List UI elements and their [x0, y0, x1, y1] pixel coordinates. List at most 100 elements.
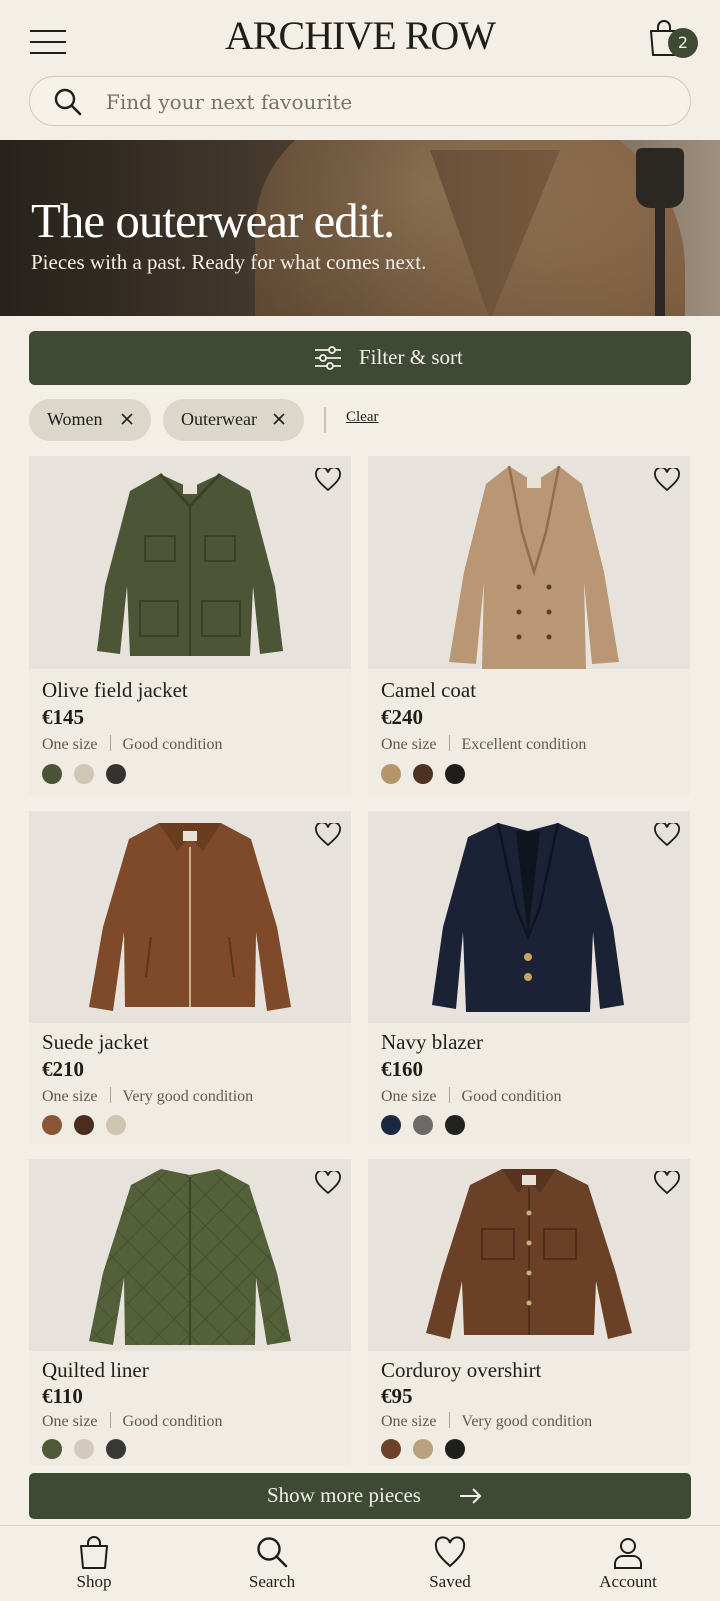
- product-card[interactable]: Olive field jacket €145 One size Good con…: [29, 456, 351, 796]
- nav-label: Account: [599, 1572, 657, 1591]
- filter-chip-outerwear[interactable]: Outerwear: [163, 399, 304, 441]
- product-size: One size: [381, 1413, 437, 1430]
- nav-shop[interactable]: Shop: [34, 1526, 154, 1601]
- product-price: €160: [381, 1057, 423, 1081]
- close-icon[interactable]: [272, 412, 286, 426]
- product-meta: One size Good condition: [42, 735, 223, 754]
- color-swatch[interactable]: [445, 1439, 465, 1459]
- color-swatches: [381, 1115, 477, 1137]
- product-price: €145: [42, 705, 84, 729]
- product-condition: Excellent condition: [461, 736, 587, 753]
- product-size: One size: [381, 736, 437, 753]
- olive-jacket-image: [97, 472, 283, 656]
- color-swatch[interactable]: [106, 1115, 126, 1135]
- product-name[interactable]: Navy blazer: [381, 1030, 483, 1055]
- arrow-right-icon: [460, 1488, 482, 1504]
- product-price: €210: [42, 1057, 84, 1081]
- product-name[interactable]: Quilted liner: [42, 1358, 149, 1383]
- product-image[interactable]: [368, 811, 690, 1023]
- filter-sort-label: Filter & sort: [359, 345, 463, 369]
- product-meta: One size Very good condition: [42, 1087, 253, 1106]
- product-price: €240: [381, 705, 423, 729]
- color-swatch[interactable]: [106, 1439, 126, 1459]
- close-icon[interactable]: [120, 412, 134, 426]
- color-swatch[interactable]: [381, 1439, 401, 1459]
- product-name[interactable]: Corduroy overshirt: [381, 1358, 541, 1383]
- color-swatch[interactable]: [106, 764, 126, 784]
- product-size: One size: [42, 1413, 98, 1430]
- color-swatch[interactable]: [413, 1439, 433, 1459]
- shopping-bag-icon: [80, 1536, 108, 1569]
- product-card[interactable]: Camel coat €240 One size Excellent condit…: [368, 456, 690, 796]
- suede-jacket-image: [89, 823, 291, 1011]
- product-image[interactable]: [29, 1159, 351, 1351]
- nav-label: Saved: [429, 1572, 471, 1591]
- product-card[interactable]: Corduroy overshirt €95 One size Very good…: [368, 1159, 690, 1465]
- product-price: €95: [381, 1384, 413, 1408]
- product-card[interactable]: Quilted liner €110 One size Good conditio…: [29, 1159, 351, 1465]
- product-condition: Good condition: [122, 1413, 223, 1430]
- product-image[interactable]: [368, 456, 690, 669]
- product-meta: One size Very good condition: [381, 1412, 592, 1431]
- color-swatches: [42, 1439, 138, 1461]
- color-swatch[interactable]: [413, 764, 433, 784]
- color-swatch[interactable]: [74, 764, 94, 784]
- sliders-icon: [315, 346, 341, 370]
- heart-icon[interactable]: [654, 1171, 680, 1195]
- brand-logo[interactable]: ARCHIVE ROW: [0, 12, 720, 59]
- color-swatch[interactable]: [74, 1115, 94, 1135]
- product-condition: Good condition: [461, 1088, 562, 1105]
- nav-search[interactable]: Search: [212, 1526, 332, 1601]
- filter-sort-button[interactable]: Filter & sort: [29, 331, 691, 385]
- color-swatch[interactable]: [74, 1439, 94, 1459]
- product-meta: One size Good condition: [381, 1087, 562, 1106]
- heart-icon[interactable]: [315, 1171, 341, 1195]
- heart-icon[interactable]: [654, 468, 680, 492]
- heart-icon: [434, 1536, 466, 1568]
- nav-account[interactable]: Account: [568, 1526, 688, 1601]
- hero-banner[interactable]: The outerwear edit. Pieces with a past. …: [0, 140, 720, 316]
- product-card[interactable]: Navy blazer €160 One size Good condition: [368, 811, 690, 1144]
- color-swatch[interactable]: [445, 1115, 465, 1135]
- corduroy-overshirt-image: [426, 1169, 632, 1339]
- product-image[interactable]: [29, 456, 351, 669]
- clear-filters-link[interactable]: Clear: [346, 409, 378, 426]
- chip-divider: [324, 407, 326, 433]
- search-icon: [54, 88, 82, 116]
- nav-saved[interactable]: Saved: [390, 1526, 510, 1601]
- product-size: One size: [42, 736, 98, 753]
- show-more-button[interactable]: Show more pieces: [29, 1473, 691, 1519]
- color-swatch[interactable]: [445, 764, 465, 784]
- search-input[interactable]: Find your next favourite: [29, 76, 691, 126]
- cart-count-badge: 2: [668, 28, 698, 58]
- user-icon: [614, 1538, 642, 1569]
- color-swatches: [381, 764, 477, 786]
- product-condition: Good condition: [122, 736, 223, 753]
- color-swatch[interactable]: [42, 1115, 62, 1135]
- search-icon: [257, 1537, 288, 1568]
- product-name[interactable]: Suede jacket: [42, 1030, 149, 1055]
- product-name[interactable]: Camel coat: [381, 678, 476, 703]
- camel-coat-image: [449, 465, 619, 669]
- color-swatch[interactable]: [42, 764, 62, 784]
- product-image[interactable]: [368, 1159, 690, 1351]
- heart-icon[interactable]: [654, 823, 680, 847]
- heart-icon[interactable]: [315, 468, 341, 492]
- nav-label: Shop: [76, 1572, 112, 1591]
- product-card[interactable]: Suede jacket €210 One size Very good cond…: [29, 811, 351, 1144]
- product-name[interactable]: Olive field jacket: [42, 678, 188, 703]
- color-swatches: [42, 764, 138, 786]
- filter-chip-women[interactable]: Women: [29, 399, 151, 441]
- heart-icon[interactable]: [315, 823, 341, 847]
- product-image[interactable]: [29, 811, 351, 1023]
- color-swatches: [42, 1115, 138, 1137]
- app-header: ARCHIVE ROW 2 Find your next favourite: [0, 0, 720, 140]
- nav-label: Search: [248, 1572, 296, 1591]
- color-swatch[interactable]: [42, 1439, 62, 1459]
- hero-title: The outerwear edit.: [31, 193, 395, 248]
- color-swatch[interactable]: [381, 764, 401, 784]
- color-swatch[interactable]: [413, 1115, 433, 1135]
- product-meta: One size Good condition: [42, 1412, 223, 1431]
- product-size: One size: [381, 1088, 437, 1105]
- color-swatch[interactable]: [381, 1115, 401, 1135]
